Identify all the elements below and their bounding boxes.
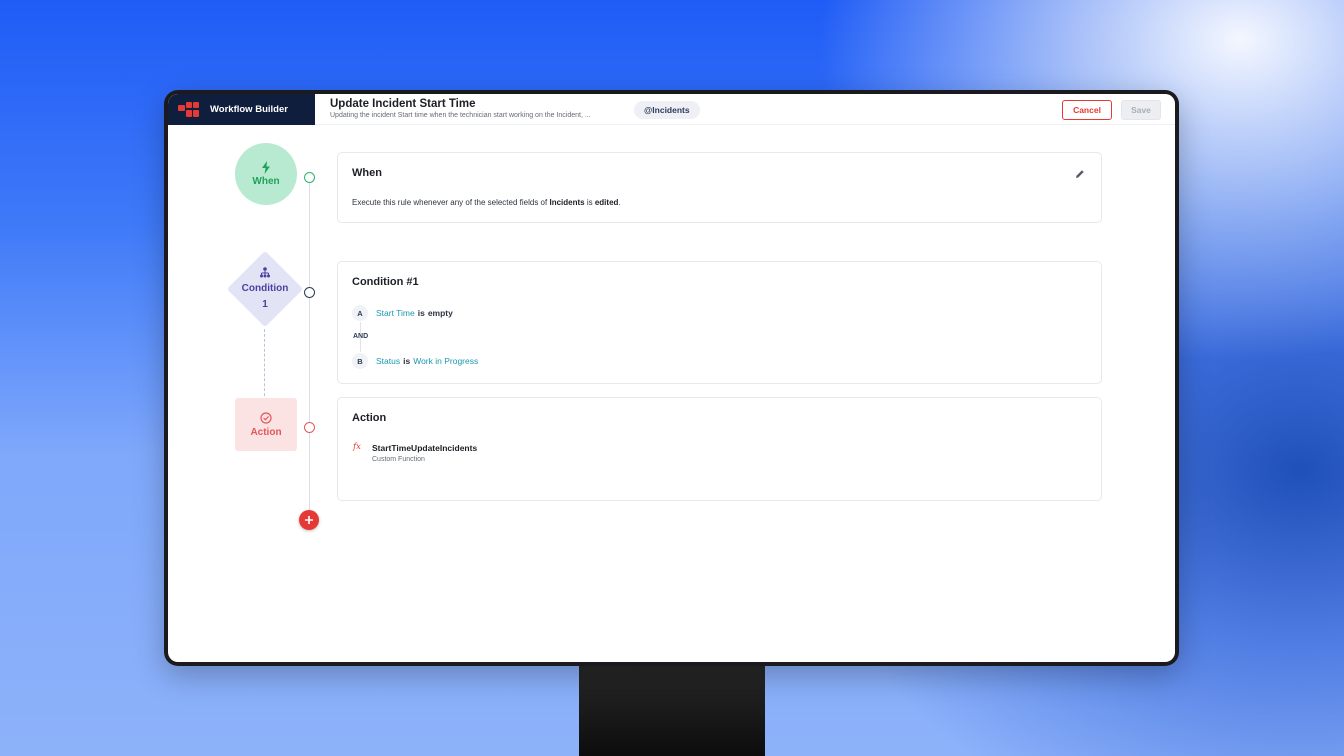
action-card-title: Action — [352, 412, 387, 424]
criteria-join-label: AND — [353, 333, 369, 340]
brand-title: Workflow Builder — [210, 104, 288, 115]
condition-connector-dot — [304, 287, 315, 298]
save-button[interactable]: Save — [1121, 100, 1161, 120]
when-card-title: When — [352, 167, 382, 179]
workflow-logo-icon — [178, 101, 200, 118]
when-card[interactable]: When Execute this rule whenever any of t… — [337, 152, 1102, 223]
when-connector-dot — [304, 172, 315, 183]
condition-card[interactable]: Condition #1 A Start Time is empty AND B… — [337, 261, 1102, 384]
when-node[interactable]: When — [235, 143, 297, 205]
condition-node-label: Condition 1 — [241, 283, 289, 310]
top-bar: Workflow Builder Update Incident Start T… — [168, 94, 1175, 125]
pencil-icon[interactable] — [1075, 169, 1085, 179]
lightning-bolt-icon — [262, 161, 270, 174]
module-chip: @Incidents — [634, 101, 700, 119]
workflow-title[interactable]: Update Incident Start Time — [330, 98, 591, 110]
action-node-label: Action — [250, 426, 282, 438]
monitor-stand — [579, 662, 765, 756]
action-connector-dot — [304, 422, 315, 433]
criteria-row[interactable]: A Start Time is empty — [352, 305, 453, 321]
action-node[interactable]: Action — [235, 398, 297, 451]
criteria-letter-badge: B — [352, 353, 368, 369]
action-name[interactable]: StartTimeUpdateIncidents — [372, 443, 477, 453]
condition-card-title: Condition #1 — [352, 276, 419, 288]
monitor-frame: Workflow Builder Update Incident Start T… — [164, 90, 1179, 666]
plus-icon — [305, 516, 313, 524]
flow-dashed-connector — [264, 329, 265, 401]
criteria-row[interactable]: B Status is Work in Progress — [352, 353, 478, 369]
action-card[interactable]: Action fx StartTimeUpdateIncidents Custo… — [337, 397, 1102, 501]
brand-bar: Workflow Builder — [168, 94, 315, 125]
criteria-operator: is — [403, 356, 411, 366]
flow-rail — [309, 172, 310, 512]
app-screen: Workflow Builder Update Incident Start T… — [168, 94, 1175, 662]
criteria-letter-badge: A — [352, 305, 368, 321]
criteria-operator: is — [417, 308, 425, 318]
hierarchy-icon — [260, 267, 270, 278]
condition-node[interactable]: Condition 1 — [228, 265, 302, 315]
criteria-field: Start Time — [376, 308, 415, 318]
action-type: Custom Function — [372, 456, 425, 463]
cancel-button[interactable]: Cancel — [1062, 100, 1112, 120]
add-step-button[interactable] — [299, 510, 319, 530]
check-circle-icon — [260, 411, 272, 424]
workflow-title-block: Update Incident Start Time Updating the … — [330, 98, 591, 119]
when-node-label: When — [252, 176, 280, 187]
when-description: Execute this rule whenever any of the se… — [352, 198, 621, 207]
workflow-description: Updating the incident Start time when th… — [330, 112, 591, 119]
criteria-value: Work in Progress — [413, 356, 479, 366]
function-icon: fx — [353, 442, 361, 452]
criteria-field: Status — [376, 356, 401, 366]
criteria-value: empty — [427, 308, 453, 318]
